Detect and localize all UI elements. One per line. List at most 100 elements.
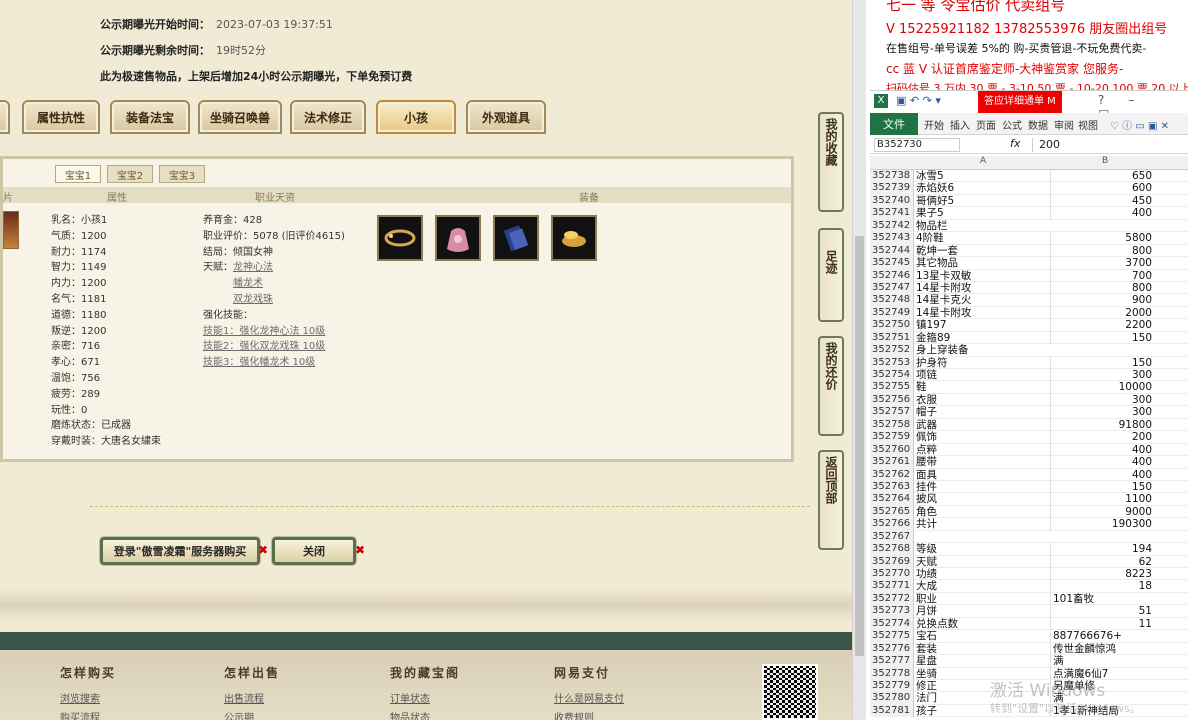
row-number[interactable]: 352765: [870, 505, 914, 519]
table-row[interactable]: 352746 13星卡双敏 700: [870, 269, 1188, 282]
cell-a[interactable]: 4阶鞋: [916, 232, 1050, 244]
table-row[interactable]: 352765 角色 9000: [870, 505, 1188, 519]
cell-b[interactable]: 2200: [1050, 319, 1154, 332]
cell-a[interactable]: 身上穿装备: [916, 344, 1050, 356]
table-row[interactable]: 352745 其它物品 3700: [870, 257, 1188, 270]
footer-link[interactable]: 出售流程: [224, 690, 264, 705]
cell-a[interactable]: 13星卡双敏: [916, 270, 1050, 282]
cell-a[interactable]: 护身符: [916, 357, 1050, 369]
cell-a[interactable]: 天赋: [916, 556, 1050, 568]
row-number[interactable]: 352763: [870, 480, 914, 494]
sheet-grid[interactable]: 352738 冰雪5 650 352739 赤焰妖6 600 352740 哥俩好5 450 35…: [870, 170, 1188, 718]
cell-a[interactable]: 月饼: [916, 605, 1050, 617]
cell-b[interactable]: 3700: [1050, 257, 1154, 270]
cell-b[interactable]: 400: [1050, 443, 1154, 457]
row-number[interactable]: 352741: [870, 207, 914, 220]
cell-b[interactable]: 300: [1050, 406, 1154, 419]
talent-link[interactable]: 双龙戏珠: [233, 294, 273, 305]
table-row[interactable]: 352768 等级 194: [870, 543, 1188, 556]
cell-b[interactable]: 190300: [1050, 518, 1154, 531]
row-number[interactable]: 352738: [870, 170, 914, 183]
tab-baby-3[interactable]: 宝宝3: [159, 165, 205, 183]
cell-a[interactable]: 挂件: [916, 481, 1050, 493]
row-number[interactable]: 352740: [870, 194, 914, 208]
skill-link[interactable]: 技能3：强化幡龙术 10级: [203, 357, 315, 368]
row-number[interactable]: 352768: [870, 543, 914, 556]
cell-a[interactable]: 14星卡克火: [916, 294, 1050, 306]
table-row[interactable]: 352770 功绩 8223: [870, 568, 1188, 581]
cell-a[interactable]: 金箍89: [916, 332, 1050, 344]
table-row[interactable]: 352761 腰带 400: [870, 456, 1188, 469]
row-number[interactable]: 352749: [870, 306, 914, 320]
cell-a[interactable]: 点粹: [916, 444, 1050, 456]
cell-b[interactable]: 传世金麟惊鸿: [1050, 642, 1154, 656]
cell-a[interactable]: 共计: [916, 518, 1050, 530]
row-number[interactable]: 352764: [870, 493, 914, 506]
cell-b[interactable]: 8223: [1050, 568, 1154, 581]
row-number[interactable]: 352756: [870, 393, 914, 407]
tab-spell-fix[interactable]: 法术修正: [290, 100, 366, 134]
table-row[interactable]: 352749 14星卡附攻 2000: [870, 306, 1188, 320]
cell-b[interactable]: 900: [1050, 294, 1154, 307]
row-number[interactable]: 352754: [870, 369, 914, 382]
table-row[interactable]: 352764 披风 1100: [870, 493, 1188, 506]
table-row[interactable]: 352754 项链 300: [870, 369, 1188, 382]
cell-b[interactable]: 400: [1050, 468, 1154, 481]
tab-baby-2[interactable]: 宝宝2: [107, 165, 153, 183]
cell-a[interactable]: 项链: [916, 369, 1050, 381]
table-row[interactable]: 352775 宝石 887766676+: [870, 630, 1188, 643]
cell-a[interactable]: 冰雪5: [916, 170, 1050, 182]
row-number[interactable]: 352747: [870, 281, 914, 295]
cell-b[interactable]: 300: [1050, 393, 1154, 407]
row-number[interactable]: 352755: [870, 381, 914, 394]
table-row[interactable]: 352773 月饼 51: [870, 605, 1188, 618]
cell-a[interactable]: 功绩: [916, 568, 1050, 580]
row-number[interactable]: 352744: [870, 244, 914, 258]
table-row[interactable]: 352759 佩饰 200: [870, 431, 1188, 444]
tab-equipment[interactable]: 装备法宝: [110, 100, 190, 134]
cell-b[interactable]: 62: [1050, 555, 1154, 569]
table-row[interactable]: 352771 大成 18: [870, 580, 1188, 593]
footer-link[interactable]: 订单状态: [390, 690, 430, 705]
cell-a[interactable]: 衣服: [916, 394, 1050, 406]
ribbon-tab[interactable]: 审阅: [1054, 117, 1074, 132]
ribbon-tab[interactable]: 插入: [950, 117, 970, 132]
cell-a[interactable]: 赤焰妖6: [916, 182, 1050, 194]
quick-access-icon[interactable]: ▣ ↶ ↷ ▾: [896, 94, 941, 107]
table-row[interactable]: 352774 兑换点数 11: [870, 617, 1188, 631]
cell-a[interactable]: 14星卡附攻: [916, 307, 1050, 319]
cell-a[interactable]: 其它物品: [916, 257, 1050, 269]
my-bargain-button[interactable]: 我的还价: [818, 336, 844, 436]
row-number[interactable]: 352774: [870, 617, 914, 631]
row-number[interactable]: 352770: [870, 568, 914, 581]
row-number[interactable]: 352766: [870, 518, 914, 531]
cell-b[interactable]: 5800: [1050, 232, 1154, 245]
cell-b[interactable]: 10000: [1050, 381, 1154, 394]
table-row[interactable]: 352742 物品栏: [870, 219, 1188, 233]
row-number[interactable]: 352750: [870, 319, 914, 332]
row-number[interactable]: 352771: [870, 580, 914, 593]
ribbon-tab[interactable]: 视图: [1078, 117, 1098, 132]
cell-b[interactable]: 150: [1050, 480, 1154, 494]
table-row[interactable]: 352740 哥俩好5 450: [870, 194, 1188, 208]
cell-a[interactable]: 套装: [916, 643, 1050, 655]
row-number[interactable]: 352773: [870, 605, 914, 618]
cell-a[interactable]: 星盘: [916, 655, 1050, 667]
cell-b[interactable]: 650: [1050, 170, 1154, 183]
cell-b[interactable]: 400: [1050, 456, 1154, 469]
table-row[interactable]: 352760 点粹 400: [870, 443, 1188, 457]
cell-a[interactable]: 物品栏: [916, 220, 1050, 232]
tab-child[interactable]: 小孩: [376, 100, 456, 134]
cell-a[interactable]: 面具: [916, 469, 1050, 481]
table-row[interactable]: 352748 14星卡克火 900: [870, 294, 1188, 307]
cell-b[interactable]: 700: [1050, 269, 1154, 282]
talent-link[interactable]: 幡龙术: [233, 278, 263, 289]
favorites-button[interactable]: 我的收藏: [818, 112, 844, 212]
cell-b[interactable]: 11: [1050, 617, 1154, 631]
row-number[interactable]: 352762: [870, 468, 914, 481]
cell-a[interactable]: 帽子: [916, 406, 1050, 418]
cell-a[interactable]: 宝石: [916, 630, 1050, 642]
row-number[interactable]: 352739: [870, 182, 914, 195]
cell-b[interactable]: 450: [1050, 194, 1154, 208]
table-row[interactable]: 352772 职业 101畜牧: [870, 592, 1188, 606]
